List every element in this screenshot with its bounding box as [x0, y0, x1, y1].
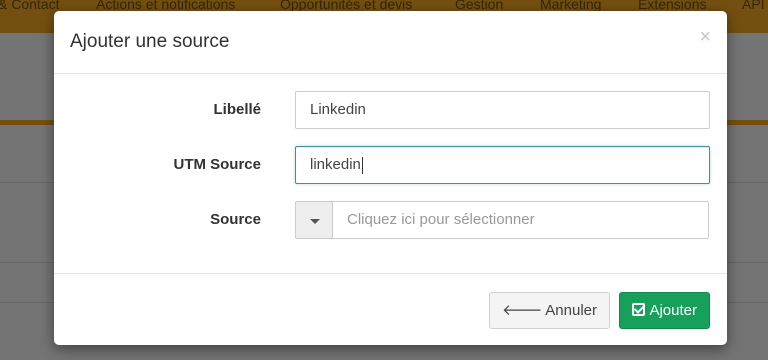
- text-cursor: [361, 156, 363, 174]
- add-button[interactable]: Ajouter: [619, 292, 710, 329]
- select-dropdown-toggle[interactable]: [296, 202, 333, 238]
- utm-source-label: UTM Source: [173, 156, 261, 173]
- check-square-icon: [632, 303, 646, 316]
- modal-header: Ajouter une source ×: [54, 11, 727, 74]
- libelle-input[interactable]: Linkedin: [295, 91, 710, 129]
- source-label: Source: [210, 211, 261, 228]
- caret-down-icon: [310, 219, 320, 224]
- add-button-label: Ajouter: [649, 302, 697, 319]
- add-source-modal: Ajouter une source × Libellé Linkedin UT…: [54, 11, 727, 345]
- utm-source-input[interactable]: linkedin: [295, 146, 710, 184]
- arrow-left-icon: 🡐: [502, 302, 543, 319]
- source-placeholder: Cliquez ici pour sélectionner: [347, 211, 535, 228]
- close-icon[interactable]: ×: [699, 27, 711, 47]
- cancel-button-label: Annuler: [545, 302, 597, 319]
- libelle-label: Libellé: [213, 101, 261, 118]
- modal-footer: 🡐 Annuler Ajouter: [54, 273, 727, 345]
- libelle-value: Linkedin: [310, 101, 366, 118]
- modal-title: Ajouter une source: [70, 31, 230, 52]
- cancel-button[interactable]: 🡐 Annuler: [489, 292, 610, 329]
- utm-source-value: linkedin: [310, 156, 361, 173]
- source-select[interactable]: Cliquez ici pour sélectionner: [295, 201, 709, 239]
